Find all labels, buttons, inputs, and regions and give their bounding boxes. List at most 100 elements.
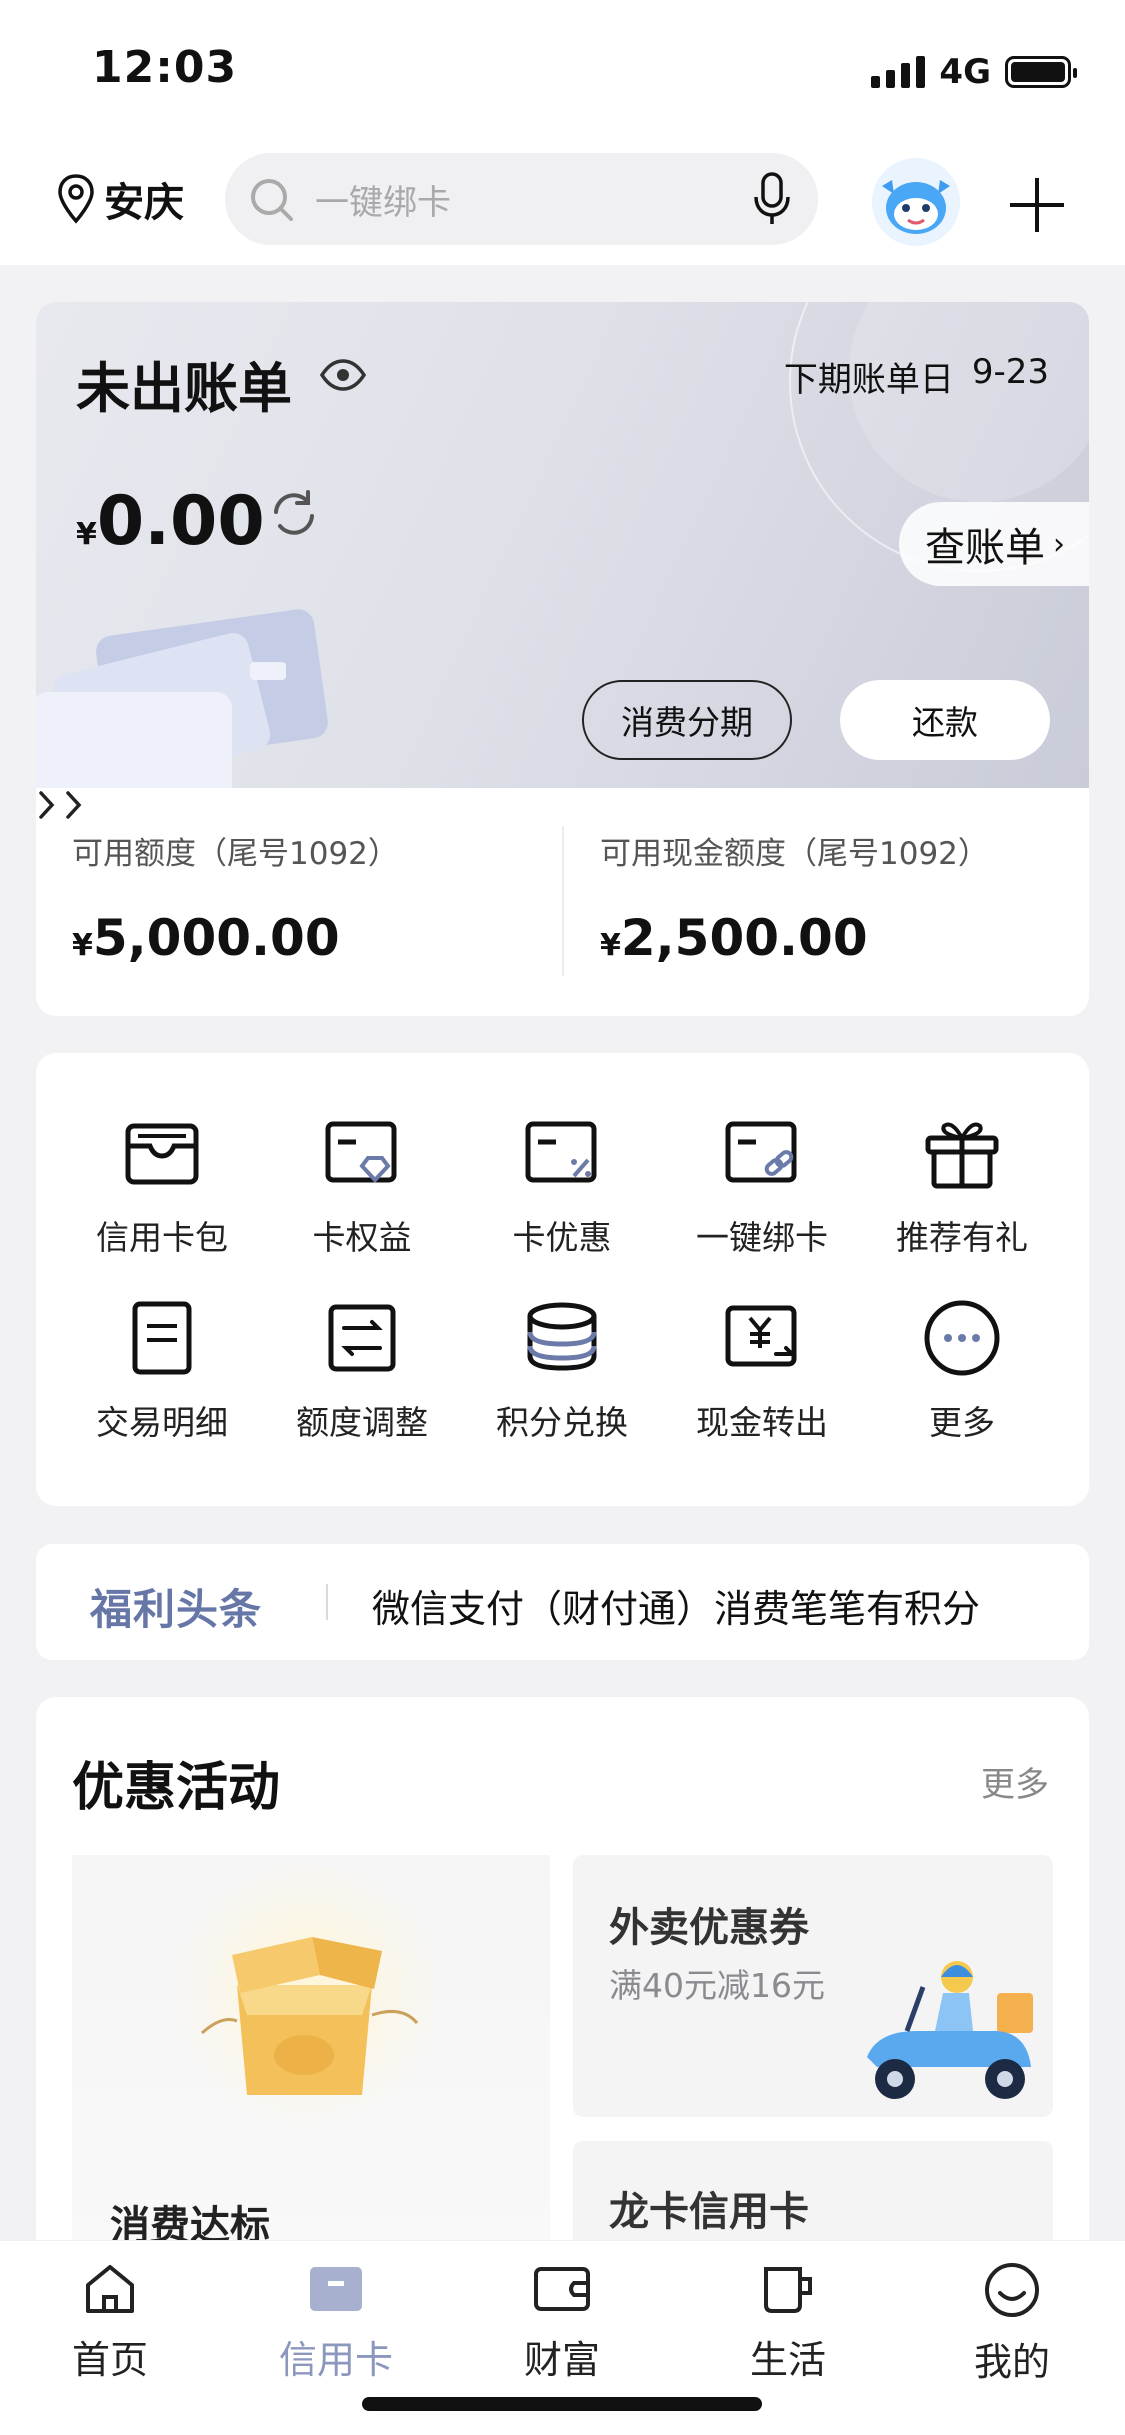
fn-card-discount[interactable]: 卡优惠 [472,1113,652,1259]
next-bill-date: 下期账单日 9-23 [784,352,1049,401]
promo-card-subtitle: 满40元减16元 [609,1966,825,2005]
available-limit[interactable]: 可用额度（尾号1092） ¥ 5,000.00 [72,828,399,967]
network-type: 4G [939,52,991,92]
promo-takeout-coupon[interactable]: 外卖优惠券 满40元减16元 [573,1855,1053,2117]
tab-life[interactable]: 生活 [698,2261,878,2384]
fn-label: 一键绑卡 [696,1218,828,1257]
bill-title: 未出账单 [76,357,292,420]
fn-label: 额度调整 [296,1403,428,1442]
credit-limits: 可用额度（尾号1092） ¥ 5,000.00 可用现金额度（尾号1092） ¥… [36,788,1089,1016]
gift-box-illustration [168,1865,448,2145]
fn-card-bind[interactable]: 一键绑卡 [672,1113,852,1259]
assistant-avatar[interactable] [872,158,960,246]
fn-label: 信用卡包 [96,1218,228,1257]
bill-amount: ¥ 0.00 [76,482,265,561]
mascot-icon [882,180,950,234]
tab-label: 信用卡 [278,2338,393,2382]
promo-card-title: 龙卡信用卡 [609,2189,809,2235]
search-input[interactable]: 一键绑卡 [225,153,818,245]
tab-credit-card[interactable]: 信用卡 [246,2261,426,2384]
currency-symbol: ¥ [72,928,93,963]
installment-button[interactable]: 消费分期 [582,680,792,760]
currency-symbol: ¥ [600,928,621,963]
divider [326,1584,328,1620]
gift-icon [925,1122,999,1189]
tab-label: 首页 [71,2338,148,2382]
fn-more[interactable]: 更多 [872,1298,1052,1444]
card-bind-icon [725,1121,797,1183]
fn-referral-gift[interactable]: 推荐有礼 [872,1113,1052,1259]
chevron-right-icon[interactable] [36,788,58,822]
fn-points-exchange[interactable]: 积分兑换 [472,1298,652,1444]
bill-card: 未出账单 下期账单日 9-23 ¥ 0.00 查账单 › 消费分期 还款 [36,302,1089,788]
credit-card-icon [310,2267,362,2311]
search-icon [251,179,293,221]
tab-home[interactable]: 首页 [20,2261,200,2384]
tab-mine[interactable]: 我的 [922,2261,1102,2386]
cash-limit[interactable]: 可用现金额度（尾号1092） ¥ 2,500.00 [600,828,989,967]
fn-label: 更多 [929,1403,995,1442]
location-pin-icon [58,174,94,224]
signal-icon [871,56,926,88]
next-bill-value: 9-23 [971,352,1049,392]
fn-label: 推荐有礼 [896,1218,1028,1257]
currency-symbol: ¥ [76,517,97,552]
battery-icon [1005,56,1077,88]
fn-transactions[interactable]: 交易明细 [72,1298,252,1444]
view-bill-label: 查账单 [925,525,1045,571]
fn-label: 交易明细 [96,1403,228,1442]
view-bill-button[interactable]: 查账单 › [899,502,1089,586]
smile-icon [985,2263,1039,2317]
limit-adjust-icon [328,1304,396,1372]
promo-card-title: 外卖优惠券 [609,1905,809,1951]
cash-limit-label: 可用现金额度（尾号1092） [600,836,989,872]
status-time: 12:03 [92,42,238,93]
next-bill-label: 下期账单日 [783,360,954,400]
cards-illustration [36,609,328,788]
available-limit-label: 可用额度（尾号1092） [72,836,399,872]
fn-card-benefit[interactable]: 卡权益 [272,1113,452,1259]
promotions-title: 优惠活动 [72,1758,281,1818]
fn-credit-card-wallet[interactable]: 信用卡包 [72,1113,252,1259]
fn-label: 卡优惠 [512,1218,612,1257]
home-indicator [362,2397,762,2411]
wallet-icon [534,2267,590,2311]
scooter-illustration [867,1961,1033,2099]
divider [562,826,564,976]
status-bar: 12:03 4G [0,0,1125,140]
news-headline: 微信支付（财付通）消费笔笔有积分 [372,1587,981,1631]
tab-label: 财富 [523,2338,600,2382]
more-icon [924,1300,1000,1376]
cash-limit-value: 2,500.00 [620,909,868,967]
location-selector[interactable]: 安庆 [56,170,184,228]
repay-button[interactable]: 还款 [840,680,1050,760]
search-placeholder: 一键绑卡 [315,183,451,223]
transaction-icon [132,1301,192,1375]
home-icon [86,2265,134,2313]
points-icon [527,1302,597,1371]
tab-label: 我的 [973,2340,1050,2384]
chevron-right-icon[interactable] [63,788,85,822]
tab-wealth[interactable]: 财富 [472,2261,652,2384]
available-limit-value: 5,000.00 [92,909,340,967]
refresh-icon[interactable] [268,488,320,540]
chevron-right-icon: › [1053,526,1065,562]
microphone-icon[interactable] [752,171,792,227]
card-wallet-icon [125,1123,199,1185]
location-label: 安庆 [104,180,184,226]
card-benefit-icon [325,1121,397,1183]
function-grid: 信用卡包 卡权益 卡优惠 一键绑卡 推荐有礼 交易明细 额度调整 积分兑换 现金… [36,1053,1089,1506]
cash-transfer-icon [725,1305,797,1367]
fn-label: 卡权益 [312,1218,412,1257]
top-header: 安庆 一键绑卡 [0,140,1125,265]
news-banner[interactable]: 福利头条 微信支付（财付通）消费笔笔有积分 [36,1544,1089,1660]
fn-limit-adjust[interactable]: 额度调整 [272,1298,452,1444]
cup-icon [764,2267,812,2313]
eye-icon[interactable] [319,358,367,392]
add-icon[interactable] [1010,178,1064,232]
promotions-more-link[interactable]: 更多 [981,1757,1049,1806]
fn-cash-transfer[interactable]: 现金转出 [672,1298,852,1444]
fn-label: 现金转出 [696,1403,828,1442]
card-discount-icon [525,1121,597,1183]
news-tag: 福利头条 [90,1585,263,1634]
